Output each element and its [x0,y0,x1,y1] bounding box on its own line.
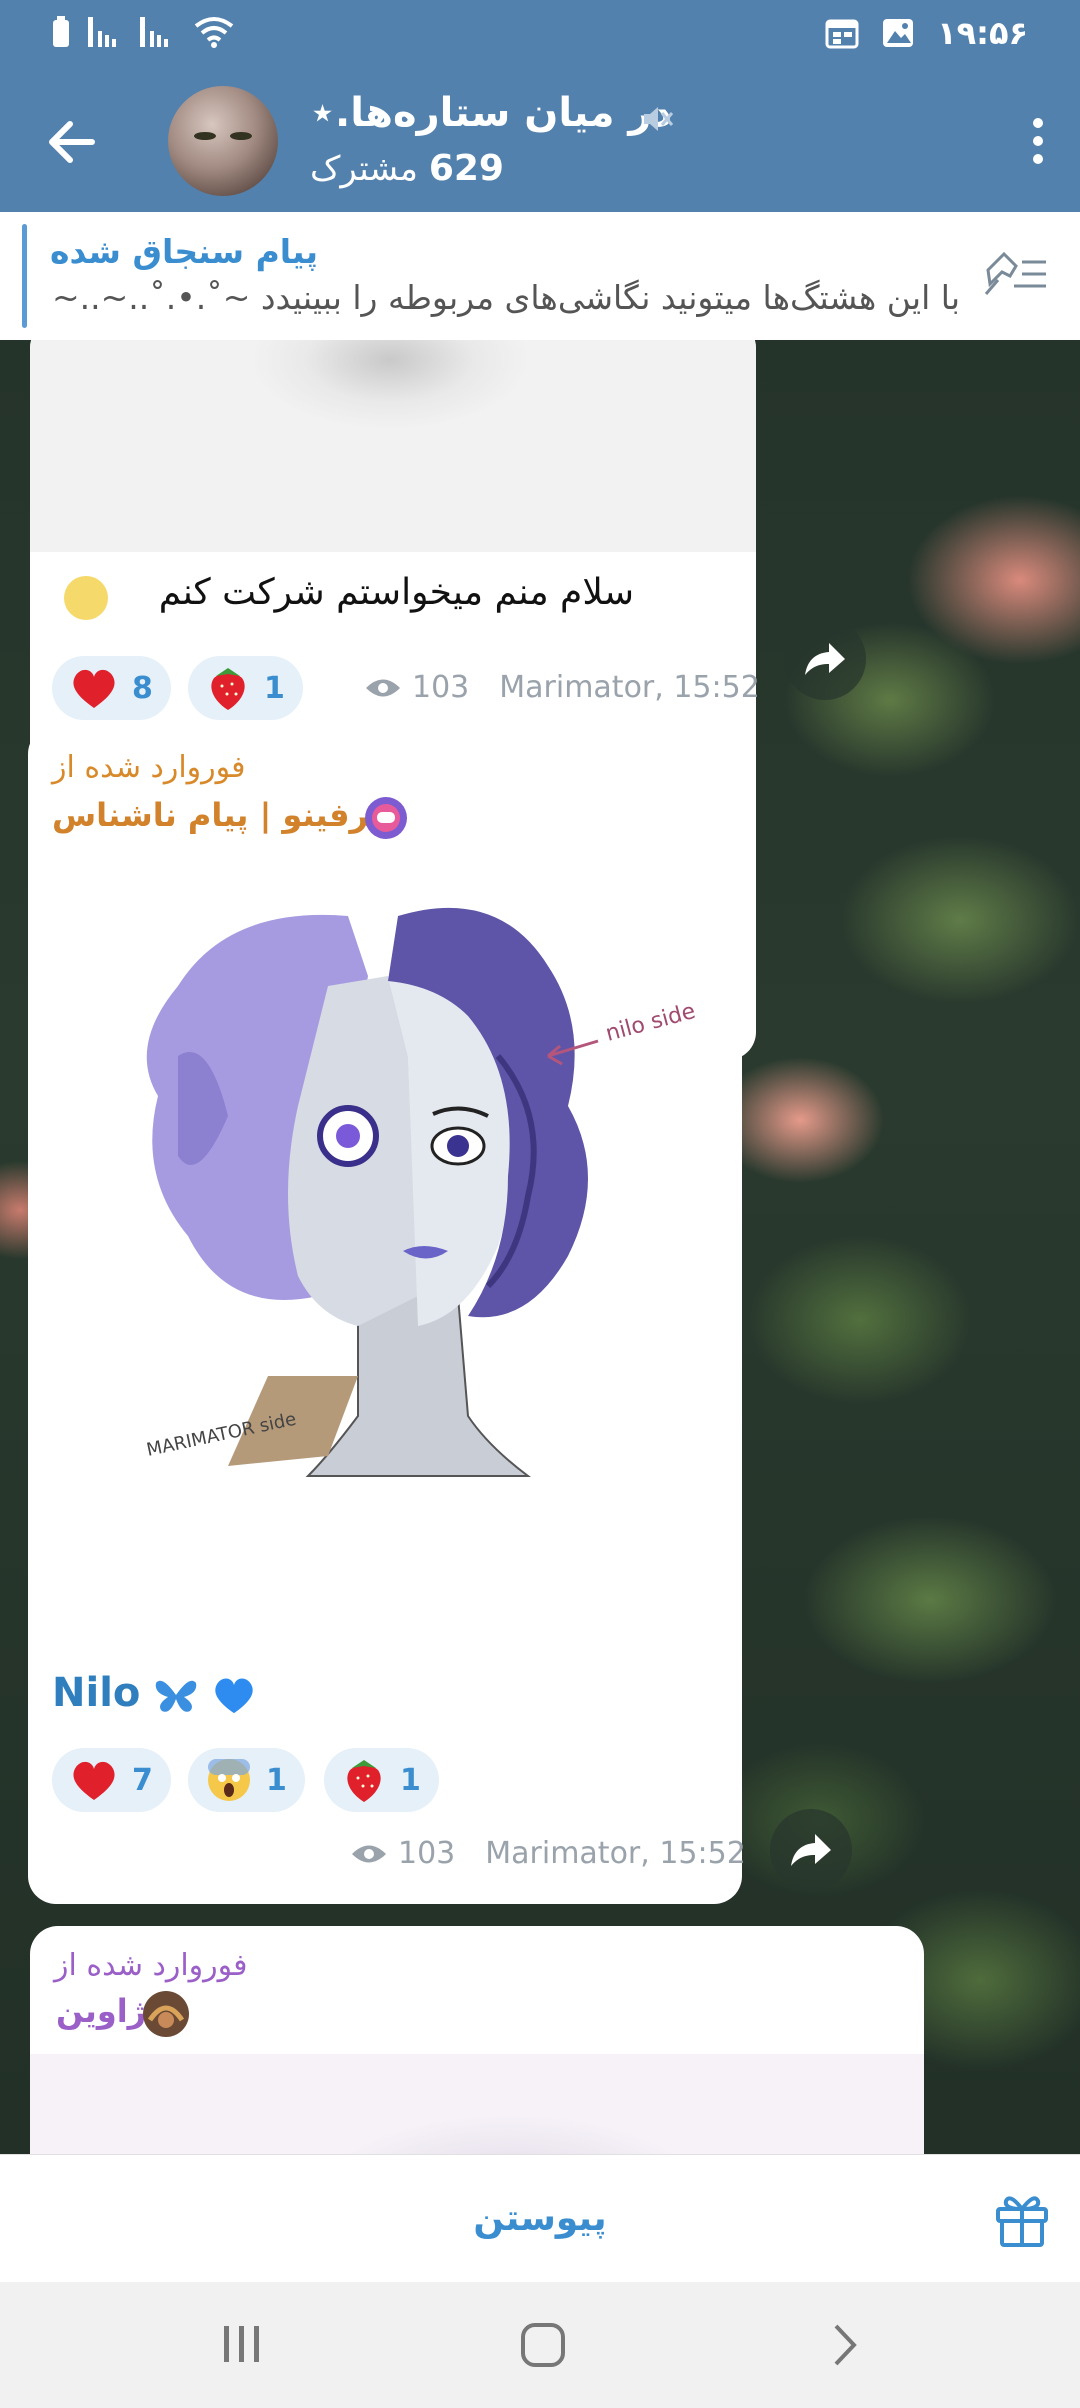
author-time: Marimator, 15:52 [485,1836,746,1871]
subscriber-label: مشترک [310,149,418,189]
recent-apps-button[interactable] [220,2322,264,2366]
share-button[interactable] [770,1809,852,1891]
eye-icon [352,1845,386,1862]
wifi-icon [194,17,234,48]
message-caption: Nilo [52,1670,256,1716]
reaction-scream[interactable]: 1 [188,1748,305,1812]
muted-icon [644,107,674,131]
heart-icon [73,1761,115,1800]
join-bar: پیوستن [0,2154,1080,2283]
join-channel-button[interactable]: پیوستن [380,2183,700,2255]
forward-source[interactable]: حرفینو | پیام ناشناس [52,796,393,834]
message-image[interactable] [30,2054,924,2154]
status-bar: ۱۹:۵۶ [0,0,1080,72]
forward-label: فوروارد شده از [52,750,246,785]
channel-subscribers: 629 مشترک [310,148,504,189]
heart-icon [73,669,115,708]
forward-label: فوروارد شده از [54,1948,248,1983]
message-bubble[interactable]: فوروارد شده از ژاوین [30,1926,924,2154]
message-meta: 103 Marimator, 15:52 [364,670,760,705]
message-image[interactable] [30,340,756,552]
message-text: سلام منم میخواستم شرکت کنم [158,572,634,613]
emoji-face-icon [64,576,108,620]
message-bubble[interactable]: فوروارد شده از حرفینو | پیام ناشناس nilo… [28,726,746,1904]
strawberry-icon [211,668,245,710]
blue-heart-icon [215,1678,253,1714]
back-button[interactable] [36,106,108,178]
share-button[interactable] [784,618,866,700]
strawberry-icon [347,1760,381,1802]
reaction-heart[interactable]: 8 [52,656,171,720]
pinned-list-icon[interactable] [982,248,1050,298]
signal-icon-2 [140,17,168,47]
scream-face-icon [208,1759,250,1801]
home-button[interactable] [520,2322,566,2368]
subscriber-count: 629 [428,148,504,189]
author-time: Marimator, 15:52 [499,670,760,705]
channel-title[interactable]: در میان ستاره‌ها.⋆ [310,90,672,136]
artwork-image[interactable]: nilo side MARIMATOR side [28,856,742,1576]
reaction-strawberry[interactable]: 1 [188,656,303,720]
forward-source-avatar-icon [143,1991,189,2037]
back-nav-button[interactable] [830,2322,860,2368]
pinned-text: با این هشتگ‌ها میتونید نگاشی‌های مربوطه … [50,278,960,317]
forward-source-avatar-icon [365,797,407,839]
calendar-icon [825,19,859,49]
status-time: ۱۹:۵۶ [937,14,1028,52]
reaction-strawberry[interactable]: 1 [324,1748,439,1812]
system-nav-bar [0,2282,1080,2408]
signal-icon [88,17,116,47]
chat-area[interactable]: سلام منم میخواستم شرکت کنم 8 1 103 Marim… [0,340,1080,2154]
view-count: 103 [398,1836,456,1871]
view-count: 103 [412,670,470,705]
app-bar: در میان ستاره‌ها.⋆ 629 مشترک [0,72,1080,212]
gift-icon[interactable] [992,2189,1052,2249]
pinned-title: پیام سنجاق شده [50,232,319,271]
share-icon [805,643,845,675]
reaction-heart[interactable]: 7 [52,1748,171,1812]
pinned-message-bar[interactable]: پیام سنجاق شده با این هشتگ‌ها میتونید نگ… [0,212,1080,341]
channel-avatar[interactable] [168,86,278,196]
more-menu-button[interactable] [1018,110,1058,182]
gallery-icon [883,19,914,47]
battery-icon [53,16,69,47]
arrow-left-icon [49,121,95,163]
share-icon [791,1834,831,1866]
message-meta: 103 Marimator, 15:52 [350,1836,746,1871]
eye-icon [366,679,400,696]
pinned-indicator [22,224,27,328]
butterfly-icon [156,1680,197,1712]
